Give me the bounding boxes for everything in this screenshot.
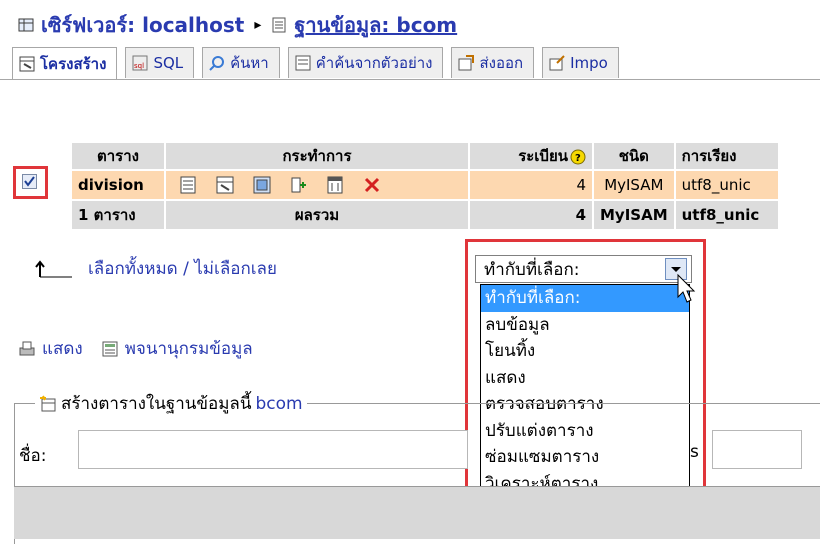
tab-divider — [0, 79, 820, 80]
tab-export[interactable]: ส่งออก — [451, 47, 535, 78]
name-label: ชื่อ: — [19, 446, 47, 466]
tab-structure-label: โครงสร้าง — [40, 54, 107, 73]
row-actions — [166, 171, 468, 199]
row-records: 4 — [470, 171, 592, 199]
create-table-label: สร้างตารางในฐานข้อมูลนี้ — [61, 394, 252, 414]
new-table-icon — [39, 395, 57, 413]
row-type: MyISAM — [594, 171, 674, 199]
fields-count-input[interactable] — [712, 430, 802, 469]
table-row: division 4 MyISAM utf8_unic — [72, 171, 778, 199]
header-collation: การเรียง — [675, 143, 778, 169]
svg-text:?: ? — [575, 153, 581, 164]
check-all-link[interactable]: เลือกทั้งหมด — [88, 259, 178, 279]
tab-structure[interactable]: โครงสร้าง — [12, 47, 118, 79]
row-collation: utf8_unic — [675, 171, 778, 199]
header-type: ชนิด — [594, 143, 674, 169]
summary-label: ผลรวม — [166, 201, 468, 229]
tab-export-label: ส่งออก — [479, 54, 524, 72]
summary-type: MyISAM — [594, 201, 674, 229]
checkmark-icon — [24, 176, 35, 187]
breadcrumb-server-link[interactable]: เซิร์ฟเวอร์: localhost — [41, 9, 244, 41]
export-icon — [458, 55, 475, 71]
table-name-link[interactable]: division — [72, 171, 164, 199]
arrow-up-icon — [34, 259, 74, 279]
fieldset-footer — [14, 486, 820, 539]
tables-list: ตาราง กระทำการ ระเบียน? ชนิด การเรียง di… — [70, 141, 780, 231]
create-table-legend: สร้างตารางในฐานข้อมูลนี้ bcom — [35, 390, 307, 417]
browse-icon[interactable] — [178, 175, 198, 195]
server-icon — [18, 17, 34, 33]
empty-icon[interactable] — [325, 175, 345, 195]
insert-icon[interactable] — [288, 175, 308, 195]
tab-bar: โครงสร้าง sql SQL ค้นหา คำค้นจากตัวอย่าง… — [12, 47, 619, 79]
svg-text:sql: sql — [134, 62, 144, 70]
select-all-controls: เลือกทั้งหมด / ไม่เลือกเลย — [34, 255, 277, 282]
tab-sql-label: SQL — [153, 54, 184, 72]
database-icon — [271, 17, 287, 33]
header-table: ตาราง — [72, 143, 164, 169]
summary-row: 1 ตาราง ผลรวม 4 MyISAM utf8_unic — [72, 201, 778, 229]
create-table-db-link[interactable]: bcom — [255, 394, 302, 414]
sql-icon: sql — [132, 55, 148, 71]
tab-query[interactable]: คำค้นจากตัวอย่าง — [287, 47, 444, 78]
header-actions: กระทำการ — [166, 143, 468, 169]
breadcrumb: เซิร์ฟเวอร์: localhost ▸ ฐานข้อมูล: bcom — [18, 8, 457, 42]
row-checkbox[interactable] — [22, 174, 37, 189]
query-icon — [295, 55, 311, 71]
table-name-input[interactable] — [78, 430, 468, 469]
tab-import-label: Impo — [570, 54, 608, 72]
dictionary-icon — [101, 340, 119, 358]
summary-records: 4 — [470, 201, 592, 229]
fields-label: s — [690, 442, 699, 462]
search-table-icon[interactable] — [252, 175, 272, 195]
search-icon — [209, 55, 225, 71]
help-icon[interactable]: ? — [570, 149, 586, 165]
uncheck-all-link[interactable]: ไม่เลือกเลย — [194, 259, 277, 279]
tab-search[interactable]: ค้นหา — [202, 47, 280, 78]
tab-query-label: คำค้นจากตัวอย่าง — [315, 54, 433, 72]
table-header-row: ตาราง กระทำการ ระเบียน? ชนิด การเรียง — [72, 143, 778, 169]
tab-search-label: ค้นหา — [230, 54, 269, 72]
tab-import[interactable]: Impo — [542, 47, 619, 78]
print-view-link[interactable]: แสดง — [42, 335, 83, 362]
select-divider: / — [183, 259, 189, 279]
bottom-links: แสดง พจนานุกรมข้อมูล — [18, 335, 253, 362]
header-records: ระเบียน? — [470, 143, 592, 169]
mouse-cursor-icon — [676, 273, 698, 305]
summary-collation: utf8_unic — [675, 201, 778, 229]
header-records-label: ระเบียน — [518, 147, 568, 165]
drop-icon[interactable] — [362, 175, 382, 195]
print-icon — [18, 340, 36, 358]
tab-sql[interactable]: sql SQL — [125, 47, 195, 78]
structure-icon — [19, 56, 35, 72]
structure-icon[interactable] — [215, 175, 235, 195]
import-icon — [549, 55, 565, 71]
data-dictionary-link[interactable]: พจนานุกรมข้อมูล — [125, 335, 253, 362]
summary-count: 1 ตาราง — [72, 201, 164, 229]
breadcrumb-separator: ▸ — [254, 17, 262, 33]
breadcrumb-database-link[interactable]: ฐานข้อมูล: bcom — [294, 9, 457, 41]
